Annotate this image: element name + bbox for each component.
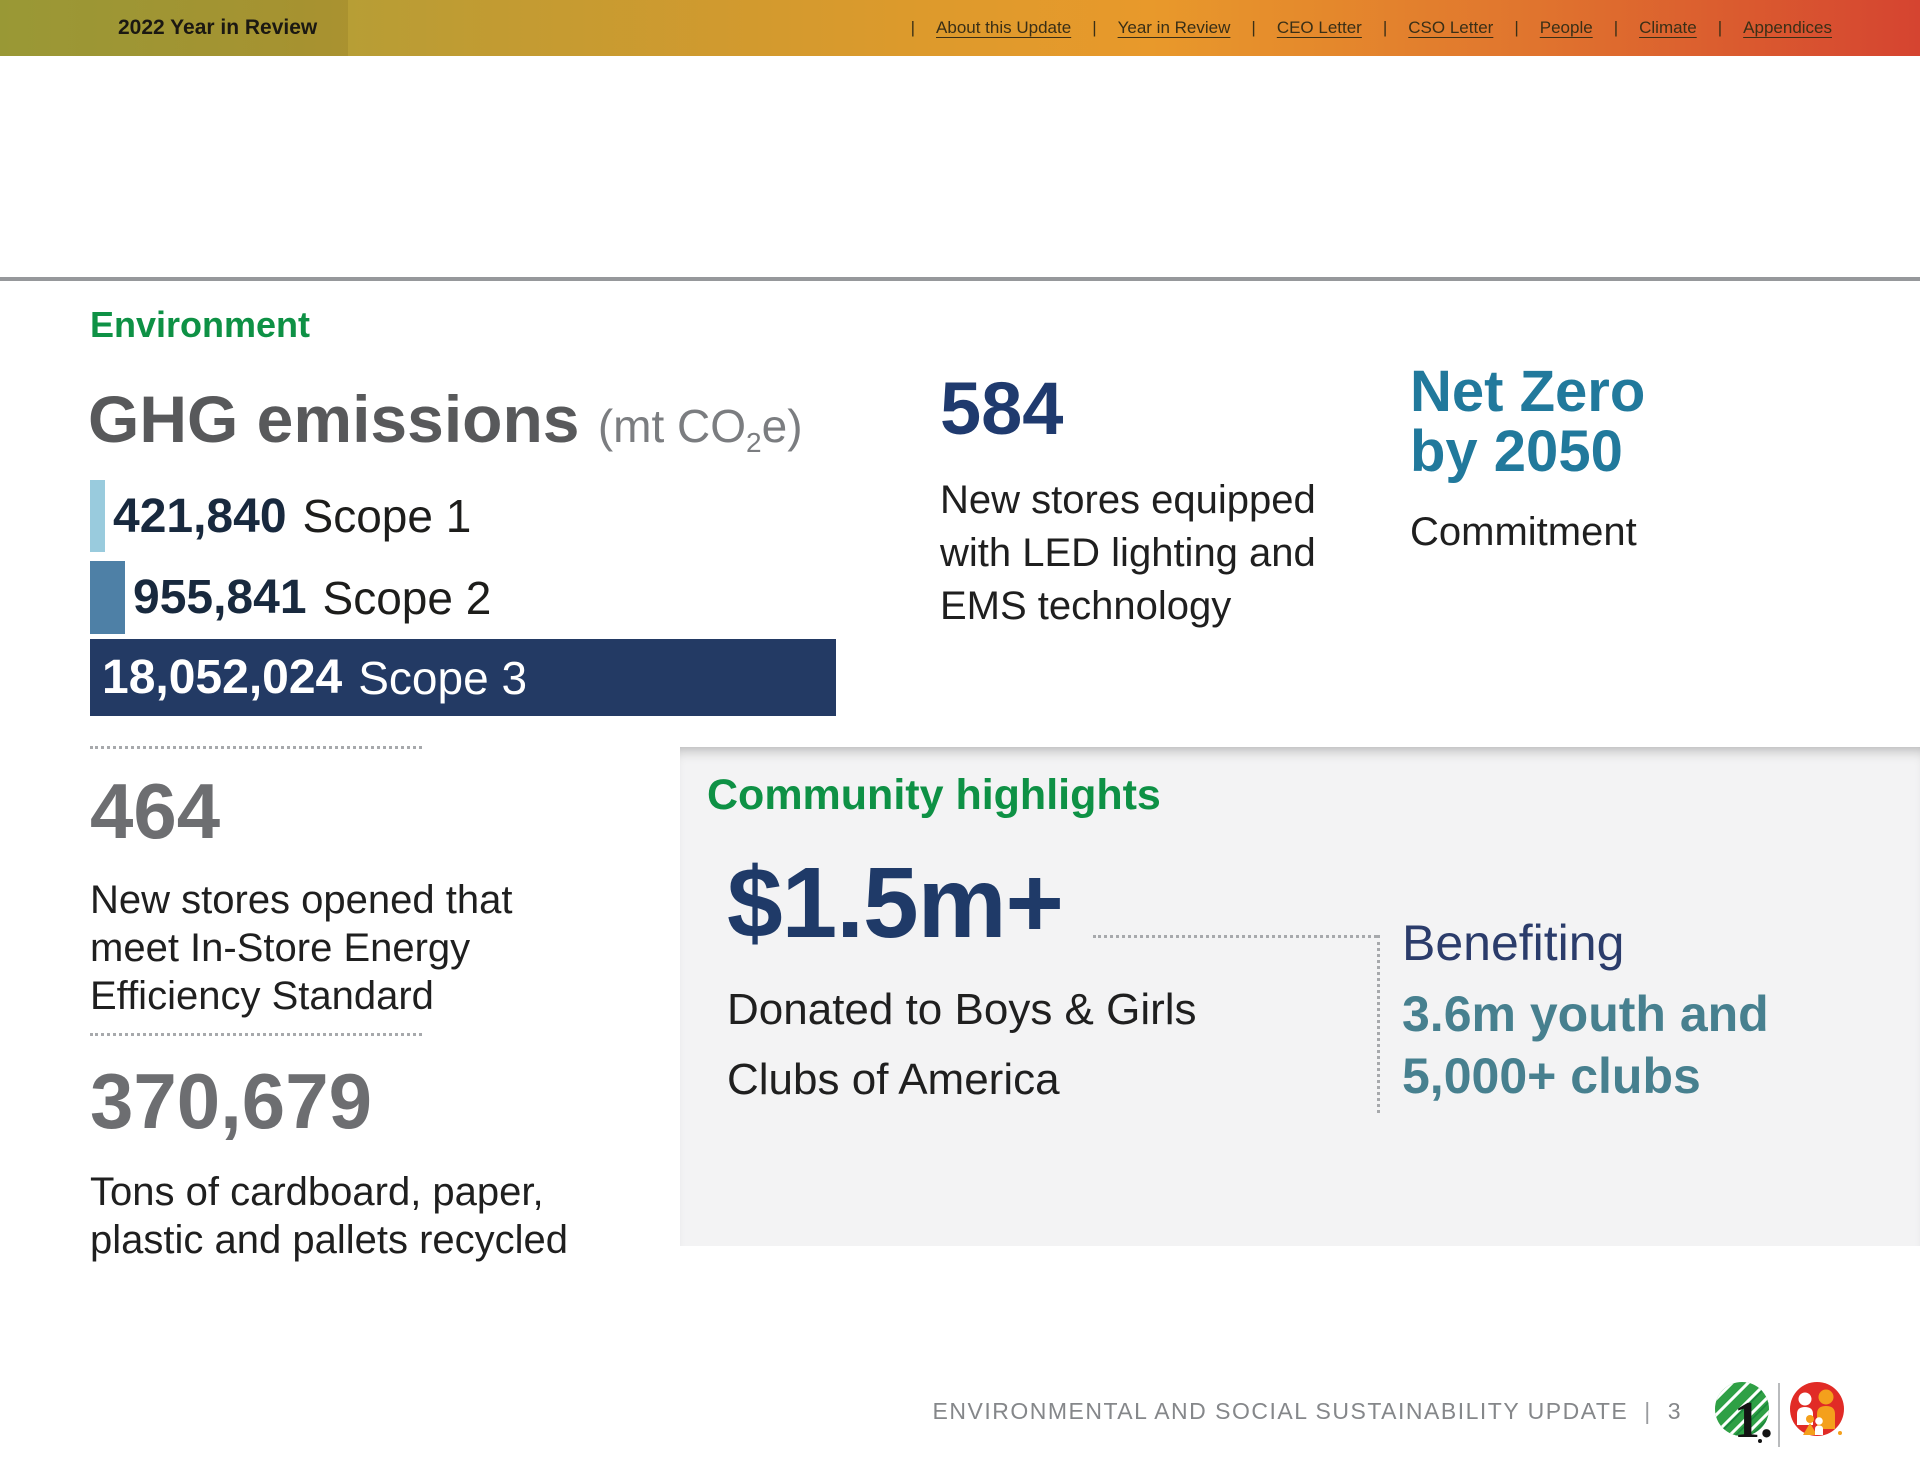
stat-recycled: 370,679 Tons of cardboard, paper, plasti…	[90, 1062, 568, 1264]
net-zero-line2: by 2050	[1410, 422, 1645, 482]
top-nav-bar: 2022 Year in Review | About this Update …	[0, 0, 1920, 56]
benefiting-label: Benefiting	[1402, 912, 1624, 974]
donation-description: Donated to Boys & Girls Clubs of America	[727, 975, 1197, 1115]
stat-new-stores-description: New stores opened that meet In-Store Ene…	[90, 876, 512, 1020]
stat-led-value: 584	[940, 372, 1316, 446]
report-title: 2022 Year in Review	[118, 0, 317, 56]
stat-recycled-description: Tons of cardboard, paper, plastic and pa…	[90, 1168, 568, 1264]
ghg-bar-row-scope2: 955,841 Scope 2	[90, 561, 491, 634]
nav-separator: |	[1718, 18, 1722, 38]
stat-new-stores: 464 New stores opened that meet In-Store…	[90, 772, 512, 1020]
stat-recycled-value: 370,679	[90, 1062, 568, 1140]
scope2-label: Scope 2	[323, 571, 492, 625]
nav-separator: |	[911, 18, 915, 38]
page-number: 3	[1668, 1398, 1682, 1425]
top-nav: | About this Update | Year in Review | C…	[890, 0, 1832, 56]
footer-separator: |	[1644, 1398, 1651, 1425]
scope2-value: 955,841	[133, 570, 307, 625]
nav-link-appendices[interactable]: Appendices	[1743, 18, 1832, 38]
brand-logos: 1.	[1714, 1381, 1860, 1455]
nav-link-about[interactable]: About this Update	[936, 18, 1071, 38]
page: 2022 Year in Review | About this Update …	[0, 0, 1920, 1474]
net-zero-line1: Net Zero	[1410, 362, 1645, 422]
dotted-divider-2	[90, 1033, 422, 1036]
nav-separator: |	[1614, 18, 1618, 38]
svg-text:1.: 1.	[1734, 1392, 1773, 1449]
nav-link-climate[interactable]: Climate	[1639, 18, 1697, 38]
scope1-value: 421,840	[113, 489, 287, 544]
stat-new-stores-value: 464	[90, 772, 512, 850]
ghg-bar-row-scope1: 421,840 Scope 1	[90, 480, 471, 552]
environment-heading: Environment	[90, 304, 310, 346]
net-zero-caption: Commitment	[1410, 510, 1645, 555]
logo-divider	[1778, 1383, 1780, 1447]
dotted-connector-vertical	[1377, 935, 1380, 1113]
nav-link-people[interactable]: People	[1540, 18, 1593, 38]
ghg-unit: (mt CO2e)	[598, 400, 803, 452]
benefiting-stats: 3.6m youth and 5,000+ clubs	[1402, 983, 1769, 1107]
stat-led-description: New stores equipped with LED lighting an…	[940, 474, 1316, 633]
ghg-bar-row-scope3: 18,052,024 Scope 3	[90, 639, 836, 716]
family-dollar-logo	[1788, 1381, 1850, 1447]
dollar-tree-logo: 1.	[1714, 1381, 1776, 1455]
nav-link-year-in-review[interactable]: Year in Review	[1118, 18, 1231, 38]
community-highlights-panel: Community highlights $1.5m+ Donated to B…	[680, 747, 1920, 1246]
scope3-label: Scope 3	[358, 651, 527, 705]
scope1-bar	[90, 480, 105, 552]
nav-separator: |	[1514, 18, 1518, 38]
nav-separator: |	[1251, 18, 1255, 38]
ghg-emissions-title: GHG emissions (mt CO2e)	[88, 386, 803, 457]
nav-link-cso-letter[interactable]: CSO Letter	[1408, 18, 1493, 38]
footer-text: ENVIRONMENTAL AND SOCIAL SUSTAINABILITY …	[933, 1398, 1629, 1425]
nav-separator: |	[1092, 18, 1096, 38]
scope1-label: Scope 1	[303, 489, 472, 543]
dotted-connector-horizontal	[1093, 935, 1377, 938]
community-heading: Community highlights	[707, 771, 1161, 820]
section-divider	[0, 277, 1920, 281]
donation-amount: $1.5m+	[727, 853, 1063, 953]
net-zero-commitment: Net Zero by 2050 Commitment	[1410, 362, 1645, 555]
nav-link-ceo-letter[interactable]: CEO Letter	[1277, 18, 1362, 38]
scope3-value: 18,052,024	[102, 650, 342, 705]
scope2-bar	[90, 561, 125, 634]
nav-separator: |	[1383, 18, 1387, 38]
dotted-divider-1	[90, 746, 422, 749]
stat-led-stores: 584 New stores equipped with LED lightin…	[940, 372, 1316, 633]
footer: ENVIRONMENTAL AND SOCIAL SUSTAINABILITY …	[933, 1398, 1682, 1425]
